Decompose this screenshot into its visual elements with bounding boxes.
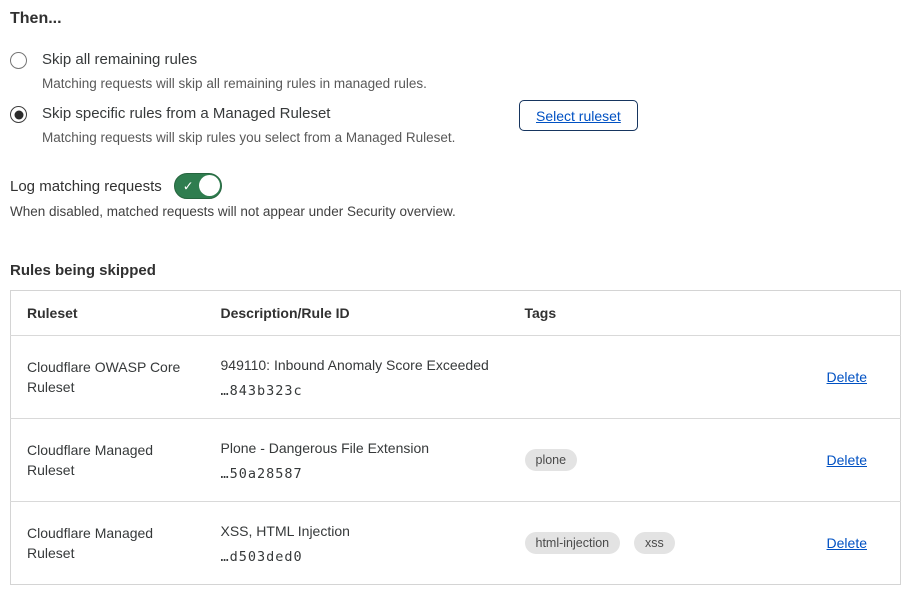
action-cell: Delete bbox=[790, 419, 901, 502]
tag-pill: html-injection bbox=[525, 532, 621, 555]
column-header-description-rule-id: Description/Rule ID bbox=[221, 291, 525, 336]
action-cell: Delete bbox=[790, 336, 901, 419]
option-description: Matching requests will skip rules you se… bbox=[42, 129, 455, 146]
ruleset-cell: Cloudflare Managed Ruleset bbox=[11, 502, 221, 585]
check-icon: ✓ bbox=[183, 180, 194, 193]
select-ruleset-button[interactable]: Select ruleset bbox=[519, 100, 638, 131]
radio-skip-specific[interactable] bbox=[10, 106, 27, 123]
log-toggle-description: When disabled, matched requests will not… bbox=[10, 204, 456, 219]
tag-pill: xss bbox=[634, 532, 675, 555]
ruleset-cell: Cloudflare OWASP Core Ruleset bbox=[11, 336, 221, 419]
tag-pill: plone bbox=[525, 449, 578, 472]
description-cell: 949110: Inbound Anomaly Score Exceeded …… bbox=[221, 336, 525, 419]
log-matching-requests-row: Log matching requests ✓ bbox=[10, 173, 222, 199]
log-matching-requests-label: Log matching requests bbox=[10, 178, 162, 195]
table-row: Cloudflare Managed Ruleset Plone - Dange… bbox=[11, 419, 901, 502]
option-skip-all-remaining-rules: Skip all remaining rules Matching reques… bbox=[10, 50, 427, 92]
option-text: Skip all remaining rules Matching reques… bbox=[42, 50, 427, 92]
option-skip-specific-rules: Skip specific rules from a Managed Rules… bbox=[10, 104, 455, 146]
rule-description: 949110: Inbound Anomaly Score Exceeded bbox=[221, 356, 525, 374]
table-row: Cloudflare OWASP Core Ruleset 949110: In… bbox=[11, 336, 901, 419]
rules-being-skipped-table: Ruleset Description/Rule ID Tags Cloudfl… bbox=[10, 290, 901, 585]
delete-link[interactable]: Delete bbox=[827, 535, 867, 551]
column-header-tags: Tags bbox=[525, 291, 790, 336]
rule-id: …843b323c bbox=[221, 383, 525, 399]
rule-id: …d503ded0 bbox=[221, 549, 525, 565]
column-header-actions bbox=[790, 291, 901, 336]
delete-link[interactable]: Delete bbox=[827, 452, 867, 468]
option-label[interactable]: Skip all remaining rules bbox=[42, 50, 427, 70]
radio-skip-all-remaining[interactable] bbox=[10, 52, 27, 69]
rule-id: …50a28587 bbox=[221, 466, 525, 482]
tags-cell: plone bbox=[525, 419, 790, 502]
tags-cell bbox=[525, 336, 790, 419]
table-row: Cloudflare Managed Ruleset XSS, HTML Inj… bbox=[11, 502, 901, 585]
tags-cell: html-injection xss bbox=[525, 502, 790, 585]
description-cell: XSS, HTML Injection …d503ded0 bbox=[221, 502, 525, 585]
rule-description: Plone - Dangerous File Extension bbox=[221, 439, 525, 457]
waf-rule-config-page: Then... Skip all remaining rules Matchin… bbox=[0, 0, 911, 614]
column-header-ruleset: Ruleset bbox=[11, 291, 221, 336]
then-heading: Then... bbox=[10, 10, 62, 28]
option-label[interactable]: Skip specific rules from a Managed Rules… bbox=[42, 104, 455, 124]
option-description: Matching requests will skip all remainin… bbox=[42, 75, 427, 92]
table-header-row: Ruleset Description/Rule ID Tags bbox=[11, 291, 901, 336]
action-cell: Delete bbox=[790, 502, 901, 585]
toggle-knob bbox=[199, 175, 220, 196]
description-cell: Plone - Dangerous File Extension …50a285… bbox=[221, 419, 525, 502]
ruleset-cell: Cloudflare Managed Ruleset bbox=[11, 419, 221, 502]
rule-description: XSS, HTML Injection bbox=[221, 522, 525, 540]
option-text: Skip specific rules from a Managed Rules… bbox=[42, 104, 455, 146]
rules-being-skipped-heading: Rules being skipped bbox=[10, 262, 156, 279]
log-matching-requests-toggle[interactable]: ✓ bbox=[174, 173, 222, 199]
delete-link[interactable]: Delete bbox=[827, 369, 867, 385]
